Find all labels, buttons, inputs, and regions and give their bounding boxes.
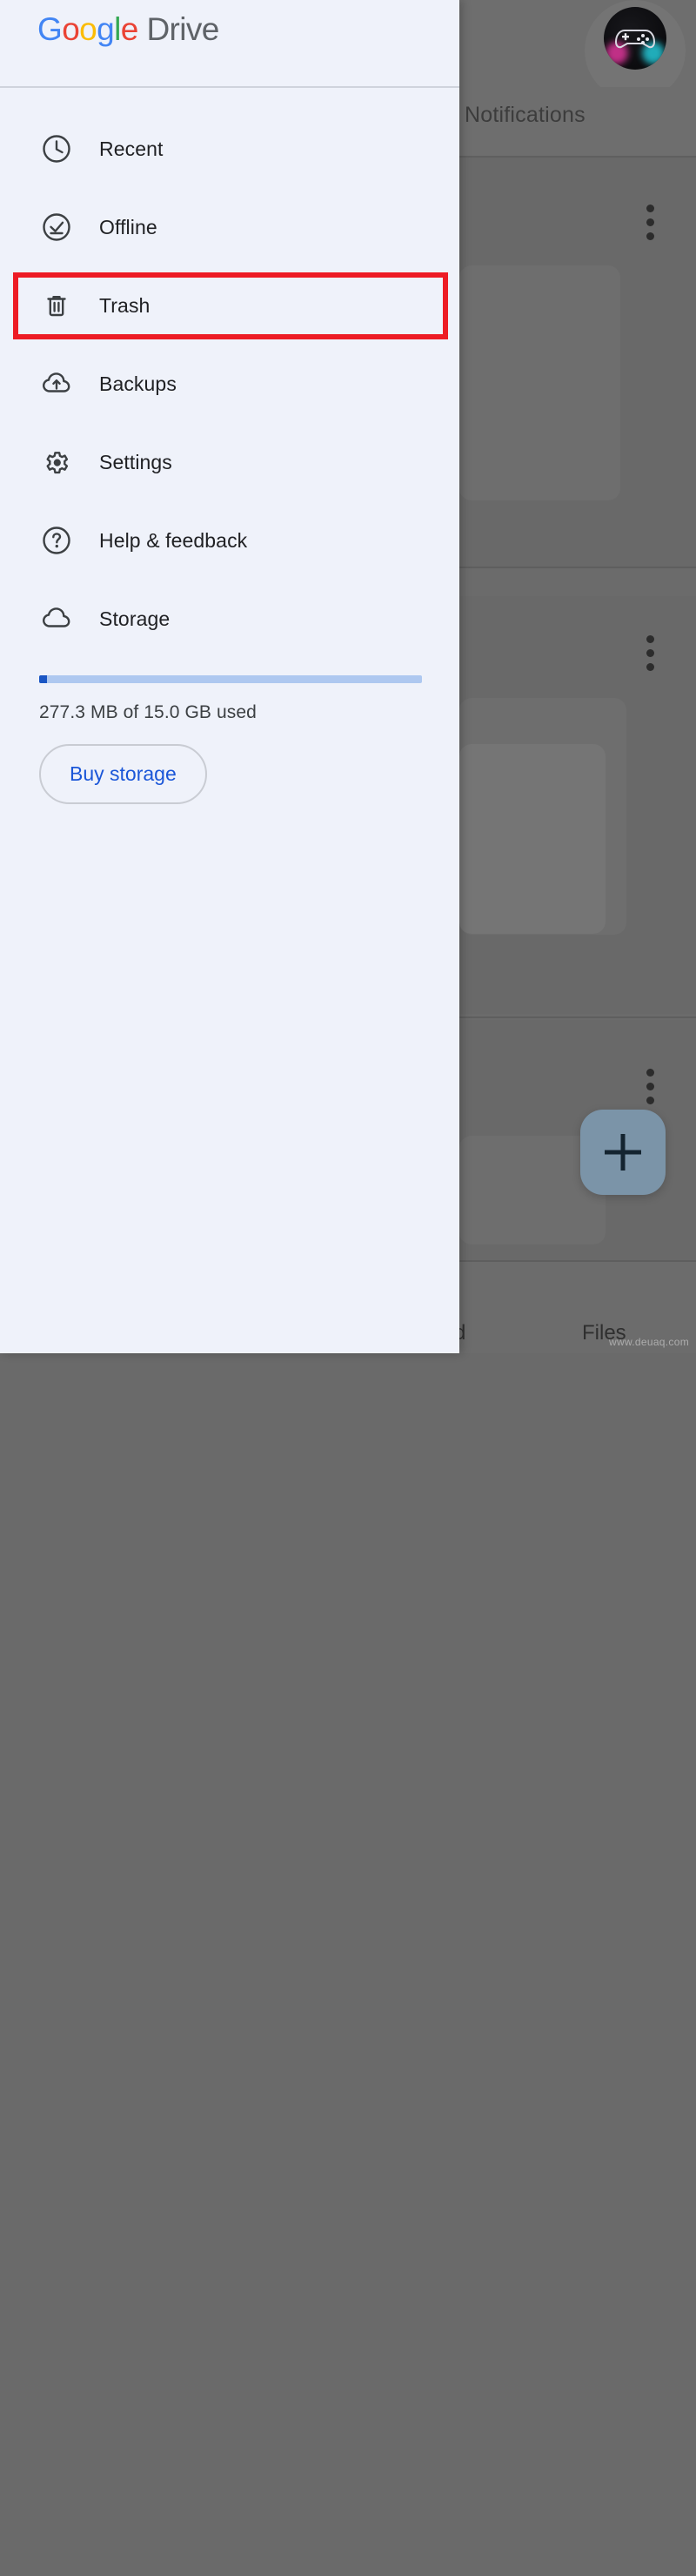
storage-block: 277.3 MB of 15.0 GB used Buy storage (0, 675, 459, 804)
background-overflow-menu-1[interactable] (646, 205, 654, 240)
offline-check-icon (39, 210, 74, 245)
buy-storage-button[interactable]: Buy storage (39, 744, 207, 804)
background-overflow-menu-2[interactable] (646, 635, 654, 671)
gear-icon (39, 445, 74, 480)
drawer-menu: Recent Offline Trash Backups Settings He… (0, 87, 459, 658)
sidebar-item-label: Recent (99, 137, 164, 160)
logo-letter-l: l (114, 11, 121, 47)
sidebar-item-help-feedback[interactable]: Help & feedback (0, 501, 459, 580)
navigation-drawer: Google Drive Recent Offline Trash Backup… (0, 0, 459, 1353)
help-circle-icon (39, 523, 74, 558)
background-overflow-menu-3[interactable] (646, 1069, 654, 1104)
sidebar-item-recent[interactable]: Recent (0, 110, 459, 188)
logo-letter-e: e (120, 11, 139, 47)
sidebar-item-label: Trash (99, 293, 151, 317)
create-new-fab[interactable] (580, 1110, 666, 1195)
sidebar-item-label: Settings (99, 450, 172, 473)
logo-letter-o2: o (79, 11, 97, 47)
watermark: www.deuaq.com (609, 1336, 689, 1348)
storage-progress-fill (39, 675, 47, 683)
trash-icon (39, 288, 74, 323)
drawer-header: Google Drive (0, 0, 459, 88)
sidebar-item-label: Backups (99, 372, 177, 395)
logo-product-name: Drive (146, 11, 219, 47)
background-file-card-2b[interactable] (459, 744, 606, 934)
storage-progress-bar (39, 675, 422, 683)
clock-icon (39, 131, 74, 166)
storage-usage-text: 277.3 MB of 15.0 GB used (39, 702, 257, 722)
background-file-card-1[interactable] (459, 265, 620, 500)
cloud-upload-icon (39, 366, 74, 401)
logo-letter-g: G (37, 11, 63, 47)
google-drive-logo: Google Drive (37, 11, 219, 48)
sidebar-item-label: Help & feedback (99, 528, 248, 552)
sidebar-item-settings[interactable]: Settings (0, 423, 459, 501)
logo-letter-o1: o (62, 11, 80, 47)
sidebar-item-backups[interactable]: Backups (0, 345, 459, 423)
cloud-icon (39, 601, 74, 636)
logo-letter-g2: g (97, 11, 115, 47)
sidebar-item-trash[interactable]: Trash (0, 266, 459, 345)
background-tab-notifications[interactable]: Notifications (465, 103, 586, 128)
background-divider-2 (459, 567, 696, 568)
sidebar-item-offline[interactable]: Offline (0, 188, 459, 266)
game-controller-avatar[interactable] (604, 7, 666, 70)
sidebar-item-storage[interactable]: Storage (0, 580, 459, 658)
game-controller-icon (614, 30, 656, 49)
sidebar-item-label: Offline (99, 215, 157, 238)
sidebar-item-label: Storage (99, 607, 171, 630)
background-divider-3 (459, 1016, 696, 1018)
